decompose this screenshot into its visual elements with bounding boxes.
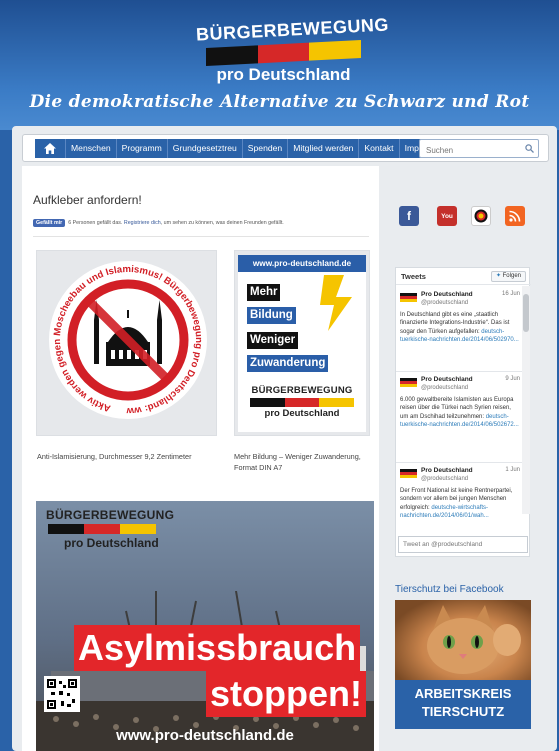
twitter-bird-icon: ✦ <box>495 273 501 279</box>
sticker-card-anti-islamisierung[interactable]: Aktiv werden gegen Moscheebau und Islami… <box>36 250 217 436</box>
sticker-logo-bottom: pro Deutschland <box>264 408 340 419</box>
qr-code-icon <box>44 676 80 712</box>
facebook-like-row: Gefällt mir 6 Personen gefällt das. Regi… <box>33 219 284 227</box>
page-container: Menschen Programm Grundgesetztreu Spende… <box>12 126 557 751</box>
search-input[interactable] <box>420 142 520 159</box>
sticker-caption: Anti-Islamisierung, Durchmesser 9,2 Zent… <box>37 452 192 461</box>
like-friends-text: , um sehen zu können, was deinen Freunde… <box>160 220 284 226</box>
asylmissbrauch-banner[interactable]: BÜRGERBEWEGUNG pro Deutschland Asylmissb… <box>36 501 374 751</box>
twitter-timeline: Tweets ✦ Folgen Pro Deutschland @prodeut… <box>395 267 531 557</box>
banner-logo-top: BÜRGERBEWEGUNG <box>46 508 175 522</box>
tweet-author: Pro Deutschland <box>421 467 473 474</box>
animal-box-line2: TIERSCHUTZ <box>421 704 505 719</box>
pro-deutschland-icon[interactable] <box>471 206 491 226</box>
facebook-icon[interactable]: f <box>399 206 419 226</box>
sticker-word: Weniger <box>247 332 299 349</box>
banner-url: www.pro-deutschland.de <box>116 727 294 744</box>
anti-islamisierung-sticker-image: Aktiv werden gegen Moscheebau und Islami… <box>48 260 207 419</box>
site-header: BÜRGERBEWEGUNG pro Deutschland Die demok… <box>0 0 559 130</box>
sticker-caption: Mehr Bildung – Weniger Zuwanderung, Form… <box>234 452 361 472</box>
nav-home-button[interactable] <box>35 139 65 158</box>
tweets-title: Tweets <box>401 272 426 281</box>
tweet-handle: @prodeutschland <box>421 385 469 391</box>
sticker-word: Bildung <box>247 307 296 324</box>
tweet-compose-input[interactable] <box>398 536 528 553</box>
divider <box>33 236 369 237</box>
banner-headline: stoppen! <box>206 671 366 717</box>
twitter-follow-button[interactable]: ✦ Folgen <box>490 271 526 282</box>
banner-flag <box>48 524 156 534</box>
youtube-icon[interactable]: You <box>437 206 457 226</box>
nav-item-programm[interactable]: Programm <box>115 139 167 158</box>
nav-items: Menschen Programm Grundgesetztreu Spende… <box>65 139 453 158</box>
sticker-word: Zuwanderung <box>247 355 329 372</box>
facebook-section-title[interactable]: Tierschutz bei Facebook <box>395 584 504 595</box>
search-icon <box>525 144 534 153</box>
sticker-word: Mehr <box>247 284 281 301</box>
tweet-item[interactable]: Pro Deutschland @prodeutschland 16 Jun I… <box>400 291 520 365</box>
search-box <box>419 139 539 159</box>
tweets-scrollbar[interactable] <box>522 286 530 514</box>
rss-icon[interactable] <box>505 206 525 226</box>
tweets-header: Tweets ✦ Folgen <box>396 268 531 285</box>
main-content: Aufkleber anfordern! Gefällt mir 6 Perso… <box>22 166 379 751</box>
nav-item-grundgesetztreu[interactable]: Grundgesetztreu <box>166 139 242 158</box>
arbeitskreis-tierschutz-banner[interactable]: ARBEITSKREIS TIERSCHUTZ <box>395 600 531 729</box>
nav-item-kontakt[interactable]: Kontakt <box>358 139 398 158</box>
logo-bottom-text: pro Deutschland <box>216 65 351 84</box>
tweet-author: Pro Deutschland <box>421 291 473 298</box>
scrollbar-thumb[interactable] <box>523 294 529 332</box>
avatar <box>400 378 417 387</box>
sticker-flag <box>250 398 355 407</box>
sticker-logo-top: BÜRGERBEWEGUNG <box>251 385 353 396</box>
lightning-bolt-icon <box>320 275 352 331</box>
tweet-date: 9 Jun <box>505 376 520 382</box>
tweet-text: 6.000 gewaltbereite Islamisten aus Europ… <box>400 397 519 429</box>
nav-item-menschen[interactable]: Menschen <box>65 139 116 158</box>
sticker-url: www.pro-deutschland.de <box>238 255 366 272</box>
tweet-item[interactable]: Pro Deutschland @prodeutschland 9 Jun 6.… <box>400 376 520 456</box>
site-logo[interactable]: BÜRGERBEWEGUNG pro Deutschland <box>196 14 390 86</box>
divider <box>396 462 523 463</box>
search-button[interactable] <box>521 140 538 157</box>
nav-item-spenden[interactable]: Spenden <box>241 139 287 158</box>
tweet-date: 1 Jun <box>505 467 520 473</box>
banner-headline: Asylmissbrauch <box>74 625 361 671</box>
like-count-text: 6 Personen gefällt das. <box>68 220 123 226</box>
cat-photo <box>395 600 531 680</box>
nav-item-mitglied-werden[interactable]: Mitglied werden <box>287 139 358 158</box>
home-icon <box>44 143 56 154</box>
tweet-handle: @prodeutschland <box>421 300 469 306</box>
avatar <box>400 293 417 302</box>
tweet-handle: @prodeutschland <box>421 476 469 482</box>
follow-label: Folgen <box>502 273 521 279</box>
register-link[interactable]: Registriere dich <box>124 220 161 226</box>
tweet-text: Der Front National ist keine Rentnerpart… <box>400 488 513 520</box>
divider <box>396 371 523 372</box>
site-tagline: Die demokratische Alternative zu Schwarz… <box>29 92 530 112</box>
tweet-text: In Deutschland gibt es eine „staatlich f… <box>400 312 519 344</box>
banner-logo-bottom: pro Deutschland <box>64 536 159 550</box>
tweet-date: 16 Jun <box>501 291 520 297</box>
page-title: Aufkleber anfordern! <box>33 193 142 207</box>
mehr-bildung-sticker-image: www.pro-deutschland.de Mehr Bildung Weni… <box>238 255 366 432</box>
tweet-author: Pro Deutschland <box>421 376 473 383</box>
avatar <box>400 469 417 478</box>
facebook-like-button[interactable]: Gefällt mir <box>33 219 66 227</box>
like-button-label: Gefällt mir <box>36 220 63 226</box>
animal-box-line1: ARBEITSKREIS <box>414 686 512 701</box>
tweet-item[interactable]: Pro Deutschland @prodeutschland 1 Jun De… <box>400 467 520 533</box>
main-nav: Menschen Programm Grundgesetztreu Spende… <box>22 134 549 162</box>
sticker-card-mehr-bildung[interactable]: www.pro-deutschland.de Mehr Bildung Weni… <box>234 250 370 436</box>
